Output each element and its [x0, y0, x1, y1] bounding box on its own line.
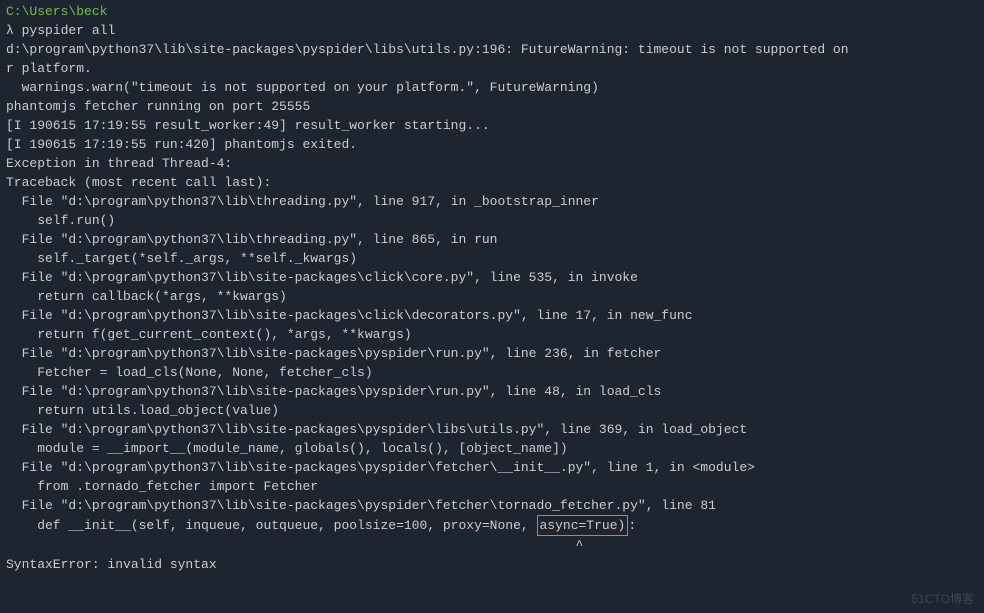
- output-line: r platform.: [6, 59, 978, 78]
- output-line: Exception in thread Thread-4:: [6, 154, 978, 173]
- error-line-pre: def __init__(self, inqueue, outqueue, po…: [6, 518, 537, 533]
- traceback-line: File "d:\program\python37\lib\site-packa…: [6, 420, 978, 439]
- output-line: warnings.warn("timeout is not supported …: [6, 78, 978, 97]
- traceback-line: File "d:\program\python37\lib\site-packa…: [6, 382, 978, 401]
- command-line[interactable]: λ pyspider all: [6, 21, 978, 40]
- output-line: d:\program\python37\lib\site-packages\py…: [6, 40, 978, 59]
- traceback-line: module = __import__(module_name, globals…: [6, 439, 978, 458]
- output-line: [I 190615 17:19:55 result_worker:49] res…: [6, 116, 978, 135]
- traceback-line: Fetcher = load_cls(None, None, fetcher_c…: [6, 363, 978, 382]
- output-line: [I 190615 17:19:55 run:420] phantomjs ex…: [6, 135, 978, 154]
- traceback-line: self.run(): [6, 211, 978, 230]
- lambda-prompt: λ: [6, 23, 14, 38]
- error-line-post: :: [628, 518, 636, 533]
- traceback-line: return callback(*args, **kwargs): [6, 287, 978, 306]
- traceback-line: self._target(*self._args, **self._kwargs…: [6, 249, 978, 268]
- error-line: def __init__(self, inqueue, outqueue, po…: [6, 515, 978, 536]
- traceback-line: return f(get_current_context(), *args, *…: [6, 325, 978, 344]
- prompt-path: C:\Users\beck: [6, 4, 107, 19]
- traceback-line: File "d:\program\python37\lib\site-packa…: [6, 344, 978, 363]
- watermark-text: 51CTO博客: [912, 590, 974, 609]
- traceback-line: File "d:\program\python37\lib\threading.…: [6, 192, 978, 211]
- traceback-line: File "d:\program\python37\lib\site-packa…: [6, 306, 978, 325]
- prompt-path-line: C:\Users\beck: [6, 2, 978, 21]
- output-line: phantomjs fetcher running on port 25555: [6, 97, 978, 116]
- traceback-line: File "d:\program\python37\lib\site-packa…: [6, 496, 978, 515]
- traceback-line: File "d:\program\python37\lib\threading.…: [6, 230, 978, 249]
- traceback-line: from .tornado_fetcher import Fetcher: [6, 477, 978, 496]
- output-line: Traceback (most recent call last):: [6, 173, 978, 192]
- caret-line: ^: [6, 536, 978, 555]
- traceback-line: return utils.load_object(value): [6, 401, 978, 420]
- traceback-line: File "d:\program\python37\lib\site-packa…: [6, 268, 978, 287]
- syntax-error-line: SyntaxError: invalid syntax: [6, 555, 978, 574]
- syntax-error-highlight: async=True): [537, 515, 629, 536]
- command-text: pyspider all: [22, 23, 116, 38]
- traceback-line: File "d:\program\python37\lib\site-packa…: [6, 458, 978, 477]
